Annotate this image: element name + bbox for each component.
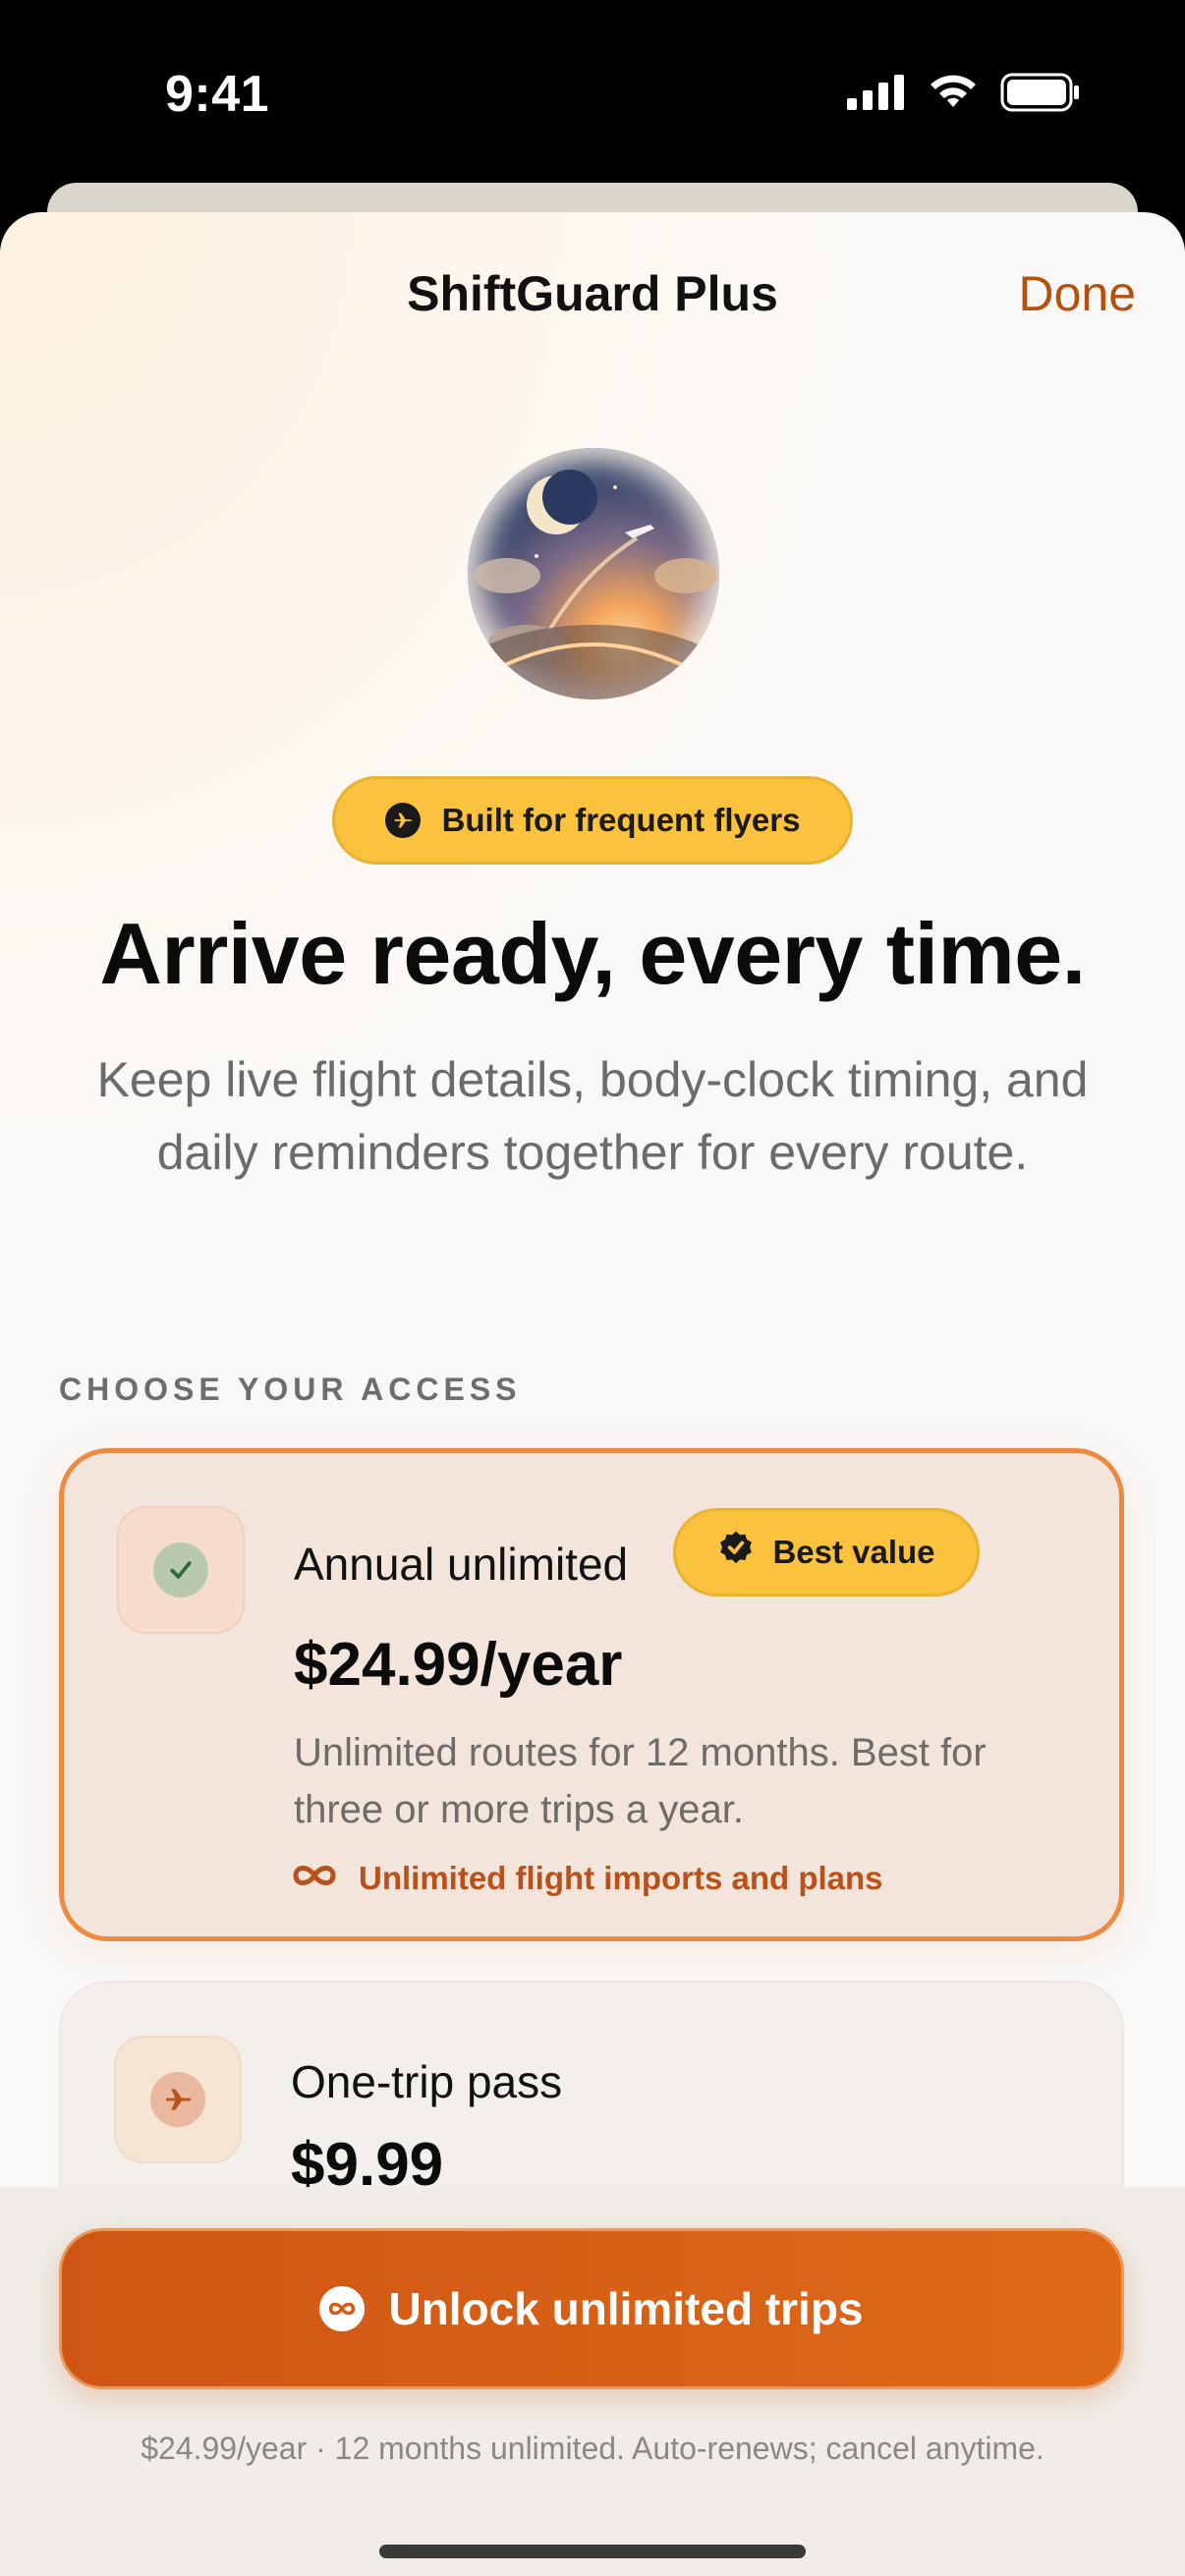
best-value-label: Best value <box>772 1534 935 1570</box>
plan-feature: Unlimited flight imports and plans <box>290 1860 883 1897</box>
pricing-footnote: $24.99/year · 12 months unlimited. Auto-… <box>141 2431 1044 2466</box>
plan-description: Unlimited routes for 12 months. Best for… <box>294 1731 987 1831</box>
plan-selection-indicator <box>114 2036 242 2163</box>
subtitle: Keep live flight details, body-clock tim… <box>96 1052 1089 1180</box>
cellular-signal-icon <box>847 75 906 115</box>
plan-feature-label: Unlimited flight imports and plans <box>359 1860 883 1896</box>
hero-night-flight-image <box>468 448 719 700</box>
status-icons <box>847 73 1081 117</box>
frequent-flyer-badge: Built for frequent flyers <box>332 776 853 865</box>
home-indicator[interactable] <box>379 2545 806 2558</box>
airplane-icon <box>150 2072 205 2127</box>
plan-name: One-trip pass <box>291 2056 563 2107</box>
airplane-icon <box>384 803 421 838</box>
verified-seal-icon <box>717 1530 755 1575</box>
sheet-title: ShiftGuard Plus <box>407 266 778 321</box>
headline: Arrive ready, every time. <box>99 905 1086 1002</box>
infinity-icon <box>319 2286 366 2331</box>
status-bar: 9:41 <box>0 0 1185 187</box>
best-value-badge: Best value <box>673 1508 980 1596</box>
plan-name: Annual unlimited <box>294 1539 629 1590</box>
infinity-icon <box>290 1860 339 1897</box>
section-label: CHOOSE YOUR ACCESS <box>59 1372 522 1407</box>
badge-label: Built for frequent flyers <box>441 802 801 838</box>
status-time: 9:41 <box>165 66 270 123</box>
plan-price: $24.99/year <box>294 1631 623 1699</box>
battery-icon <box>1000 73 1081 117</box>
unlock-button-label: Unlock unlimited trips <box>388 2283 864 2334</box>
plan-option-annual[interactable]: Annual unlimited Best value $24.99/year … <box>59 1448 1124 1941</box>
checkmark-icon <box>153 1542 208 1597</box>
wifi-icon <box>928 74 979 116</box>
unlock-button[interactable]: Unlock unlimited trips <box>59 2228 1124 2389</box>
bottom-purchase-bar: Unlock unlimited trips $24.99/year · 12 … <box>0 2187 1185 2576</box>
done-button[interactable]: Done <box>1018 265 1136 322</box>
plan-selection-indicator <box>117 1506 245 1634</box>
